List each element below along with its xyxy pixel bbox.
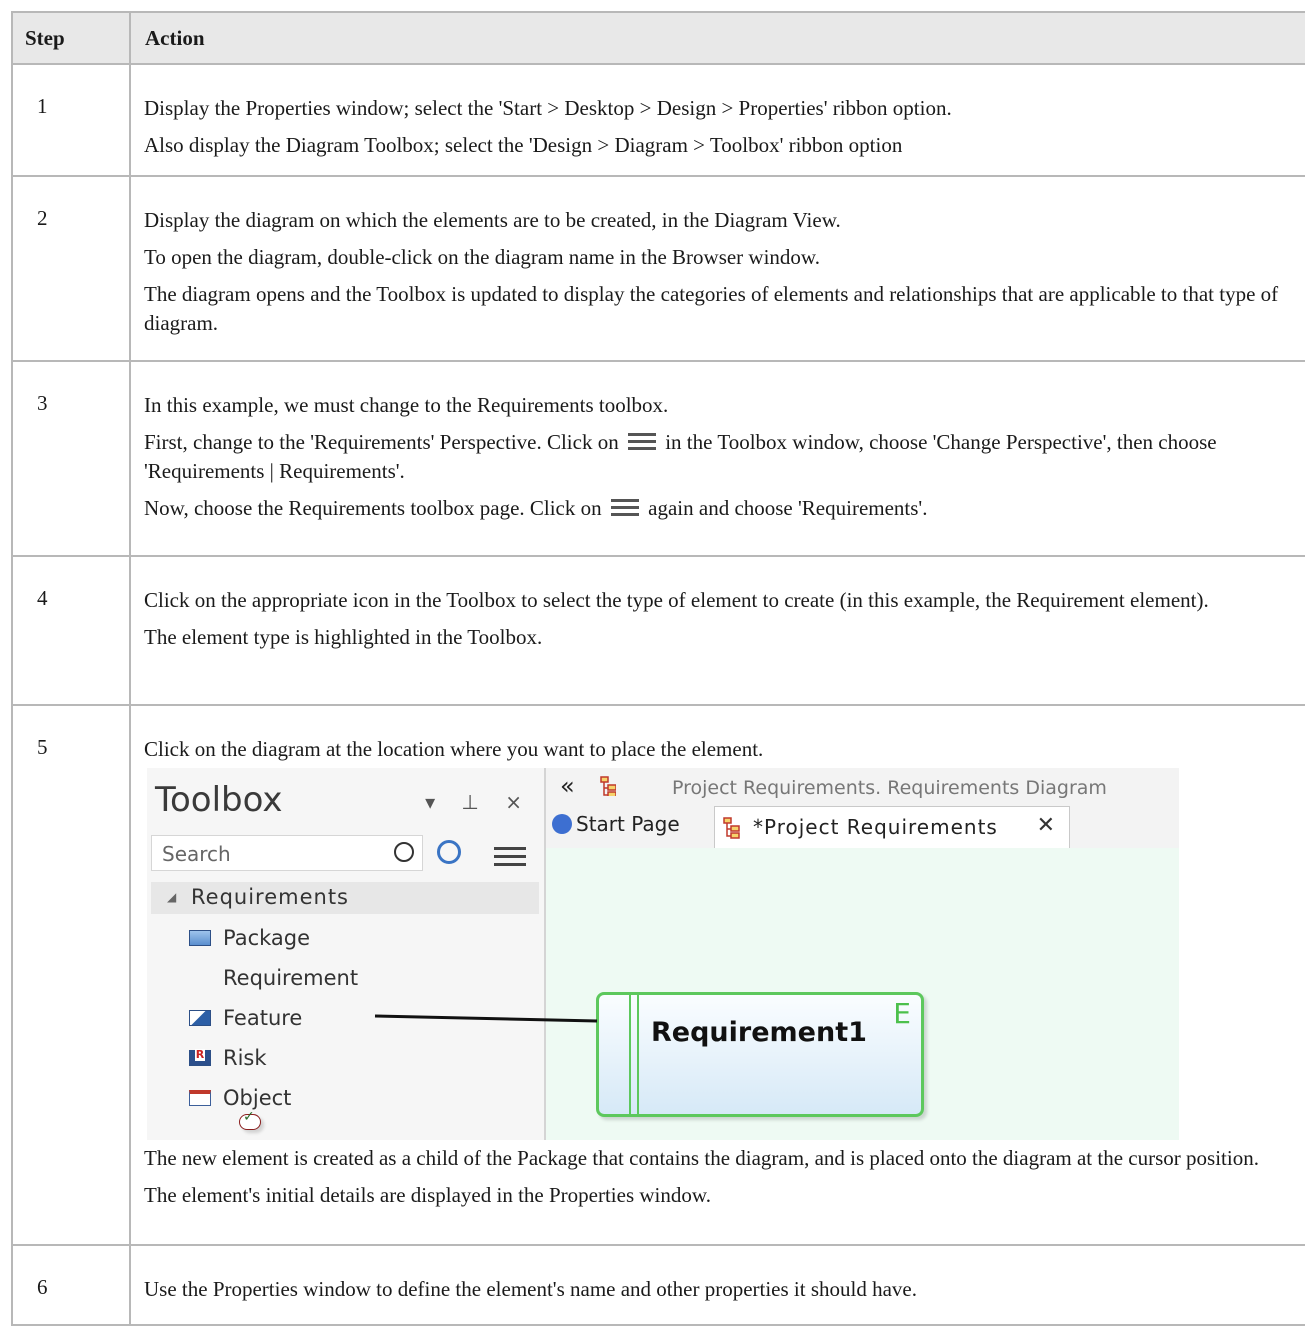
header-row: Step Action: [11, 11, 1305, 65]
toolbox-diagram-screenshot: Toolbox ▾ ⊥ × Search ◢ Requirements Pack…: [147, 768, 1179, 1140]
header-step: Step: [11, 11, 130, 65]
step-text: Display the diagram on which the element…: [144, 208, 841, 232]
step-text: Display the Properties window; select th…: [144, 96, 952, 120]
step-number: 1: [37, 94, 48, 118]
step-text: The element's initial details are displa…: [144, 1183, 711, 1207]
step-row: 5 Click on the diagram at the location w…: [11, 704, 1305, 1246]
step-number: 6: [37, 1275, 48, 1299]
step-row: 2 Display the diagram on which the eleme…: [11, 175, 1305, 362]
step-row: 6 Use the Properties window to define th…: [11, 1244, 1305, 1326]
step-text: First, change to the 'Requirements' Pers…: [144, 428, 1295, 486]
step-text: To open the diagram, double-click on the…: [144, 245, 820, 269]
step-number: 4: [37, 586, 48, 610]
step-text: The new element is created as a child of…: [144, 1146, 1259, 1170]
step-text: Now, choose the Requirements toolbox pag…: [144, 494, 1295, 523]
step-text: Use the Properties window to define the …: [144, 1277, 917, 1301]
step-text: Also display the Diagram Toolbox; select…: [144, 133, 903, 157]
callout-line: [374, 1014, 598, 1023]
step-text-part: again and choose 'Requirements'.: [648, 496, 928, 520]
step-row: 3 In this example, we must change to the…: [11, 360, 1305, 557]
step-row: 4 Click on the appropriate icon in the T…: [11, 555, 1305, 706]
step-text-part: Now, choose the Requirements toolbox pag…: [144, 496, 602, 520]
step-text: Click on the diagram at the location whe…: [144, 737, 764, 761]
step-text: Click on the appropriate icon in the Too…: [144, 588, 1209, 612]
step-text: The element type is highlighted in the T…: [144, 625, 543, 649]
step-text-part: First, change to the 'Requirements' Pers…: [144, 430, 619, 454]
hamburger-menu-icon: [610, 497, 639, 517]
step-row: 1 Display the Properties window; select …: [11, 63, 1305, 177]
header-action: Action: [129, 11, 1305, 65]
step-number: 5: [37, 735, 48, 759]
step-number: 3: [37, 391, 48, 415]
step-number: 2: [37, 206, 48, 230]
step-text: In this example, we must change to the R…: [144, 393, 669, 417]
steps-table: Step Action 1 Display the Properties win…: [11, 11, 1305, 1326]
step-text: The diagram opens and the Toolbox is upd…: [144, 282, 1279, 335]
hamburger-menu-icon: [627, 431, 656, 451]
